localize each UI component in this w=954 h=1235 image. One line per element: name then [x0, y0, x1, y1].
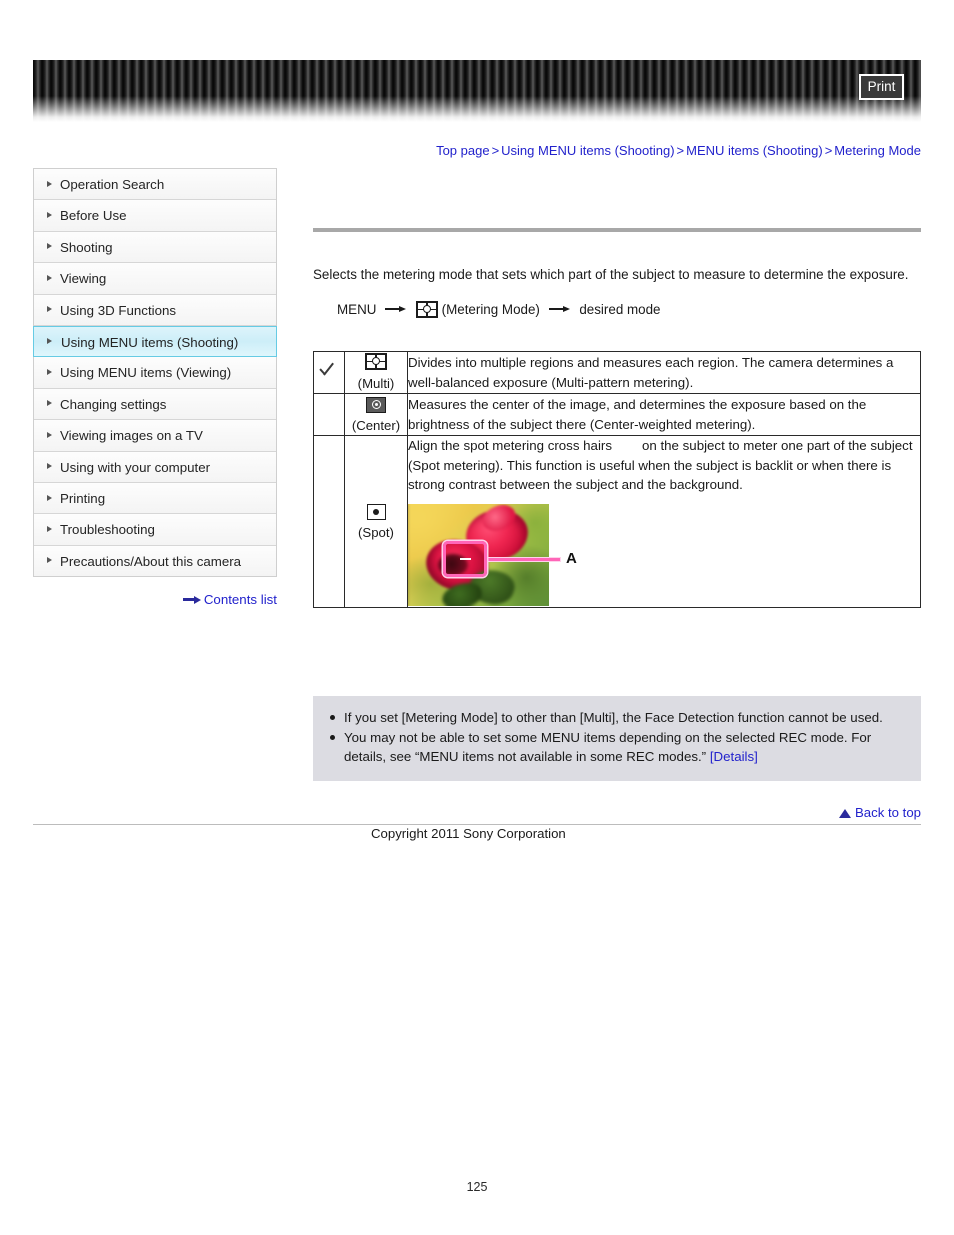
sidebar-item-shooting[interactable]: Shooting: [34, 231, 276, 264]
page-number: 125: [466, 1180, 488, 1194]
chevron-right-icon: [47, 400, 52, 407]
chevron-right-icon: [47, 180, 52, 187]
breadcrumb-separator: >: [676, 143, 685, 158]
sidebar-item-label: Troubleshooting: [60, 522, 155, 538]
mode-icon-label: (Spot): [358, 524, 394, 540]
metering-mode-icon: [415, 300, 438, 318]
note-item: If you set [Metering Mode] to other than…: [327, 708, 907, 727]
breadcrumb: Top page > Using MENU items (Shooting) > MEN…: [313, 143, 921, 158]
table-row: (Spot) Align the spot metering cross hai…: [313, 435, 921, 608]
callout-label-a: A: [566, 549, 577, 567]
note-item-text: You may not be able to set some MENU ite…: [344, 730, 872, 764]
chevron-right-icon: [47, 525, 52, 532]
chevron-right-icon: [47, 338, 52, 345]
selected-indicator-cell: [313, 393, 345, 437]
menu-path-start: MENU: [337, 302, 377, 317]
chevron-right-icon: [47, 243, 52, 250]
metering-mode-table: (Multi) Divides into multiple regions an…: [313, 350, 921, 608]
breadcrumb-item-metering-mode[interactable]: Metering Mode: [834, 143, 921, 158]
print-button[interactable]: Print: [859, 74, 904, 100]
sidebar-item-using-menu-items-shooting[interactable]: Using MENU items (Shooting): [33, 325, 277, 358]
header-banner: Print: [33, 60, 921, 122]
sidebar-item-viewing-images-on-a-tv[interactable]: Viewing images on a TV: [34, 420, 276, 452]
chevron-right-icon: [47, 369, 52, 376]
details-link[interactable]: [Details]: [710, 749, 758, 764]
metering-multi-icon: [365, 352, 387, 370]
footer-divider: [33, 824, 921, 825]
chevron-right-icon: [47, 557, 52, 564]
sidebar-item-label: Using with your computer: [60, 459, 211, 475]
chevron-right-icon: [47, 306, 52, 313]
sidebar-item-label: Viewing: [60, 271, 107, 287]
mode-description-cell: Align the spot metering cross hairs on th…: [407, 435, 921, 608]
spot-metering-figure: A: [408, 503, 920, 607]
chevron-right-icon: [47, 212, 52, 219]
back-to-top-label: Back to top: [855, 805, 921, 820]
mode-icon-cell: (Spot): [344, 435, 408, 608]
contents-list-label: Contents list: [203, 592, 277, 607]
sidebar-item-label: Using 3D Functions: [60, 302, 177, 318]
callout-leader-line: [487, 557, 560, 561]
sidebar-item-label: Viewing images on a TV: [60, 428, 203, 444]
breadcrumb-separator: >: [824, 143, 833, 158]
sidebar-item-viewing[interactable]: Viewing: [34, 263, 276, 295]
arrow-up-icon: [839, 808, 852, 818]
menu-path-end: desired mode: [579, 302, 661, 317]
sidebar-navigation: Operation Search Before Use Shooting Vie…: [33, 168, 277, 578]
sidebar-item-using-3d-functions[interactable]: Using 3D Functions: [34, 294, 276, 326]
chevron-right-icon: [47, 274, 52, 281]
sidebar-item-label: Shooting: [60, 239, 113, 255]
sidebar-item-label: Changing settings: [60, 396, 167, 412]
chevron-right-icon: [47, 431, 52, 438]
page-intro-text: Selects the metering mode that sets whic…: [313, 267, 909, 283]
menu-path-icon-label: (Metering Mode): [441, 302, 540, 317]
sidebar-item-printing[interactable]: Printing: [34, 482, 276, 515]
arrow-right-icon: [385, 304, 407, 314]
sidebar-item-label: Operation Search: [60, 177, 165, 192]
table-row: (Multi) Divides into multiple regions an…: [313, 350, 921, 395]
checkmark-icon: [318, 361, 340, 379]
sidebar-item-operation-search[interactable]: Operation Search: [34, 169, 276, 201]
breadcrumb-item-menu-items-shooting[interactable]: MENU items (Shooting): [686, 143, 823, 158]
section-divider: [313, 228, 921, 232]
arrow-right-icon: [548, 304, 571, 314]
sidebar-item-troubleshooting[interactable]: Troubleshooting: [34, 514, 276, 546]
arrow-right-icon: [182, 595, 201, 604]
sidebar-item-label: Before Use: [60, 208, 127, 224]
mode-icon-cell: (Multi): [344, 350, 408, 395]
sidebar-item-label: Printing: [60, 490, 106, 506]
copyright-text: Copyright 2011 Sony Corporation: [371, 826, 566, 841]
breadcrumb-separator: >: [491, 143, 500, 158]
table-row: (Center) Measures the center of the imag…: [313, 393, 921, 437]
sidebar-item-precautions-about-this-camera[interactable]: Precautions/About this camera: [34, 545, 276, 578]
note-item: You may not be able to set some MENU ite…: [327, 728, 907, 766]
mode-description-cell: Measures the center of the image, and de…: [407, 393, 921, 437]
mode-description-cell: Divides into multiple regions and measur…: [407, 350, 921, 395]
breadcrumb-item-top-page[interactable]: Top page: [436, 143, 490, 158]
sidebar-item-using-with-your-computer[interactable]: Using with your computer: [34, 451, 276, 483]
selected-indicator-cell: [313, 350, 345, 395]
back-to-top-link[interactable]: Back to top: [313, 805, 921, 820]
rose-photo: [408, 503, 549, 606]
chevron-right-icon: [47, 463, 52, 470]
sidebar-item-using-menu-items-viewing[interactable]: Using MENU items (Viewing): [34, 357, 276, 389]
sidebar-item-label: Using MENU items (Shooting): [61, 334, 239, 350]
chevron-right-icon: [47, 494, 52, 501]
mode-icon-label: (Center): [351, 417, 401, 433]
metering-center-icon: [366, 396, 386, 413]
menu-path-instruction: MENU (Metering Mode) desired mode: [337, 300, 660, 320]
mode-icon-cell: (Center): [344, 393, 408, 437]
contents-list-link[interactable]: Contents list: [33, 592, 277, 607]
sidebar-item-before-use[interactable]: Before Use: [34, 200, 276, 232]
notes-box: If you set [Metering Mode] to other than…: [313, 696, 921, 781]
mode-icon-label: (Multi): [357, 375, 395, 391]
sidebar-item-label: Precautions/About this camera: [60, 553, 242, 569]
sidebar-item-label: Using MENU items (Viewing): [60, 365, 232, 381]
spot-metering-frame: [443, 540, 487, 577]
mode-description-part1: Align the spot metering cross hairs: [408, 438, 612, 454]
breadcrumb-item-using-menu-items-shooting[interactable]: Using MENU items (Shooting): [501, 143, 674, 158]
metering-spot-icon: [366, 503, 386, 520]
selected-indicator-cell: [313, 435, 345, 608]
sidebar-item-changing-settings[interactable]: Changing settings: [34, 388, 276, 421]
